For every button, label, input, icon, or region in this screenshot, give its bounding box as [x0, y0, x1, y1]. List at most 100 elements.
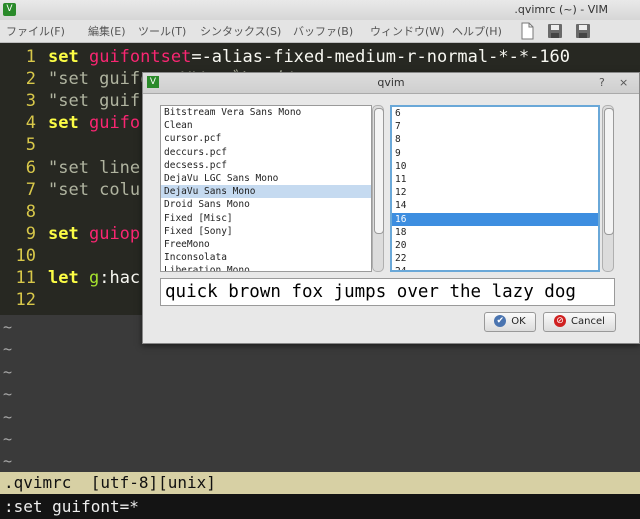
line-number: 3 — [25, 91, 36, 112]
ok-button[interactable]: ✔ OK — [484, 312, 536, 332]
empty-line-marker: ~ — [3, 430, 13, 448]
dialog-titlebar[interactable]: V qvim ? × — [143, 73, 639, 94]
size-list-scrollbar[interactable] — [602, 105, 614, 272]
empty-line-marker: ~ — [3, 385, 13, 404]
line-number: 8 — [25, 201, 36, 222]
font-list-item[interactable]: Fixed [Sony] — [161, 225, 371, 238]
empty-line-marker: ~ — [3, 318, 13, 336]
code-token: :hac — [99, 268, 141, 288]
menubar: ファイル(F) 編集(E) ツール(T) シンタックス(S) バッファ(B) ウ… — [0, 20, 640, 43]
code-token: "set guif — [48, 91, 141, 112]
menu-window[interactable]: ウィンドウ(W) — [370, 23, 444, 39]
size-list-item[interactable]: 11 — [392, 173, 598, 186]
code-token: guiop — [88, 223, 141, 244]
menu-tools[interactable]: ツール(T) — [138, 23, 186, 39]
dialog-title: qvim — [377, 76, 405, 89]
new-file-icon[interactable] — [518, 22, 536, 40]
line-number: 11 — [15, 268, 36, 288]
size-list-item[interactable]: 10 — [392, 160, 598, 173]
font-list-item[interactable]: deccurs.pcf — [161, 146, 371, 159]
size-list-item[interactable]: 20 — [392, 239, 598, 252]
size-list-item[interactable]: 7 — [392, 120, 598, 133]
cancel-icon: ⊘ — [554, 315, 567, 327]
editor-line[interactable]: 10 — [0, 245, 48, 267]
save-icon[interactable] — [546, 22, 564, 40]
menu-file[interactable]: ファイル(F) — [6, 23, 65, 39]
font-list-item[interactable]: Bitstream Vera Sans Mono — [161, 106, 371, 119]
cancel-label: Cancel — [571, 316, 605, 327]
close-button[interactable]: × — [619, 76, 628, 89]
code-token: guifo — [88, 113, 141, 134]
font-list-item[interactable]: DejaVu LGC Sans Mono — [161, 172, 371, 185]
editor-line[interactable]: 3 "set guif — [0, 90, 140, 112]
line-number: 7 — [25, 179, 36, 200]
font-family-list[interactable]: Bitstream Vera Sans Mono Clean cursor.pcf d… — [160, 105, 372, 272]
help-button[interactable]: ? — [599, 76, 605, 89]
editor-line[interactable]: 6 "set line — [0, 157, 140, 179]
size-list-item[interactable]: 6 — [392, 107, 598, 120]
editor-line[interactable]: 4 set guifo — [0, 112, 140, 134]
line-number: 5 — [25, 135, 36, 156]
scrollbar-thumb[interactable] — [604, 108, 614, 235]
editor-line[interactable]: 9 set guiop — [0, 223, 140, 245]
size-list-item[interactable]: 22 — [392, 252, 598, 265]
editor-line[interactable]: 11 let g:hac — [0, 267, 141, 289]
size-list-item[interactable]: 14 — [392, 199, 598, 212]
code-token: guifontset — [88, 47, 192, 67]
size-list-item[interactable]: 9 — [392, 147, 598, 160]
menu-buffer[interactable]: バッファ(B) — [293, 23, 353, 39]
command-line[interactable]: :set guifont=* — [0, 494, 640, 519]
editor-line[interactable]: 7 "set colu — [0, 179, 140, 201]
window-titlebar[interactable]: V .qvimrc (~) - VIM — [0, 0, 640, 21]
save-all-icon[interactable] — [574, 22, 592, 40]
font-list-item[interactable]: Clean — [161, 119, 371, 132]
ok-label: OK — [511, 316, 526, 327]
font-preview: quick brown fox jumps over the lazy dog — [160, 278, 615, 306]
font-list-item[interactable]: Liberation Mono — [161, 264, 371, 271]
menu-help[interactable]: ヘルプ(H) — [452, 23, 502, 39]
font-list-item[interactable]: cursor.pcf — [161, 132, 371, 145]
code-token: "set colu — [48, 179, 141, 200]
editor-line[interactable]: 12 — [0, 289, 48, 311]
size-list-item[interactable]: 18 — [392, 226, 598, 239]
editor-line[interactable]: 5 — [0, 134, 48, 156]
code-token: set — [48, 113, 79, 134]
font-list-item[interactable]: Fixed [Misc] — [161, 212, 371, 225]
size-list-item[interactable]: 24 — [392, 265, 598, 270]
code-token: set — [48, 47, 79, 67]
empty-line-marker: ~ — [3, 340, 13, 359]
scrollbar-thumb[interactable] — [374, 108, 384, 234]
check-icon: ✔ — [494, 315, 507, 327]
editor-line[interactable]: 1 set guifontset=-alias-fixed-medium-r-no… — [0, 46, 570, 68]
code-token: let — [48, 268, 79, 288]
empty-line-marker: ~ — [3, 407, 13, 426]
font-list-item[interactable]: FreeMono — [161, 238, 371, 251]
font-size-list[interactable]: 6 7 8 9 10 11 12 14 16 18 20 22 24 — [390, 105, 600, 272]
empty-line-marker: ~ — [3, 452, 13, 471]
editor-line[interactable]: 8 — [0, 201, 48, 223]
empty-line-marker: ~ — [3, 362, 13, 381]
code-token: =-alias-fixed-medium-r-normal-*-*-160 — [191, 47, 571, 67]
font-list-item[interactable]: decsess.pcf — [161, 159, 371, 172]
code-token: "set line — [48, 157, 141, 178]
cancel-button[interactable]: ⊘ Cancel — [543, 312, 616, 332]
line-number: 2 — [25, 69, 36, 90]
font-list-scrollbar[interactable] — [372, 105, 384, 272]
line-number: 6 — [25, 157, 36, 178]
size-list-item[interactable]: 12 — [392, 186, 598, 199]
font-list-item[interactable]: DejaVu Sans Mono — [161, 185, 371, 199]
font-list-item[interactable]: Droid Sans Mono — [161, 198, 371, 211]
code-token: set — [48, 223, 79, 244]
menu-syntax[interactable]: シンタックス(S) — [200, 23, 281, 39]
size-list-item[interactable]: 16 — [392, 212, 598, 226]
font-list-item[interactable]: Inconsolata — [161, 251, 371, 264]
code-token: g — [88, 268, 100, 288]
menu-edit[interactable]: 編集(E) — [88, 23, 126, 39]
status-line: .qvimrc [utf-8][unix] — [0, 472, 640, 494]
line-number: 12 — [15, 290, 36, 311]
font-dialog: V qvim ? × Bitstream Vera Sans Mono Clean… — [142, 72, 640, 344]
size-list-item[interactable]: 8 — [392, 133, 598, 146]
